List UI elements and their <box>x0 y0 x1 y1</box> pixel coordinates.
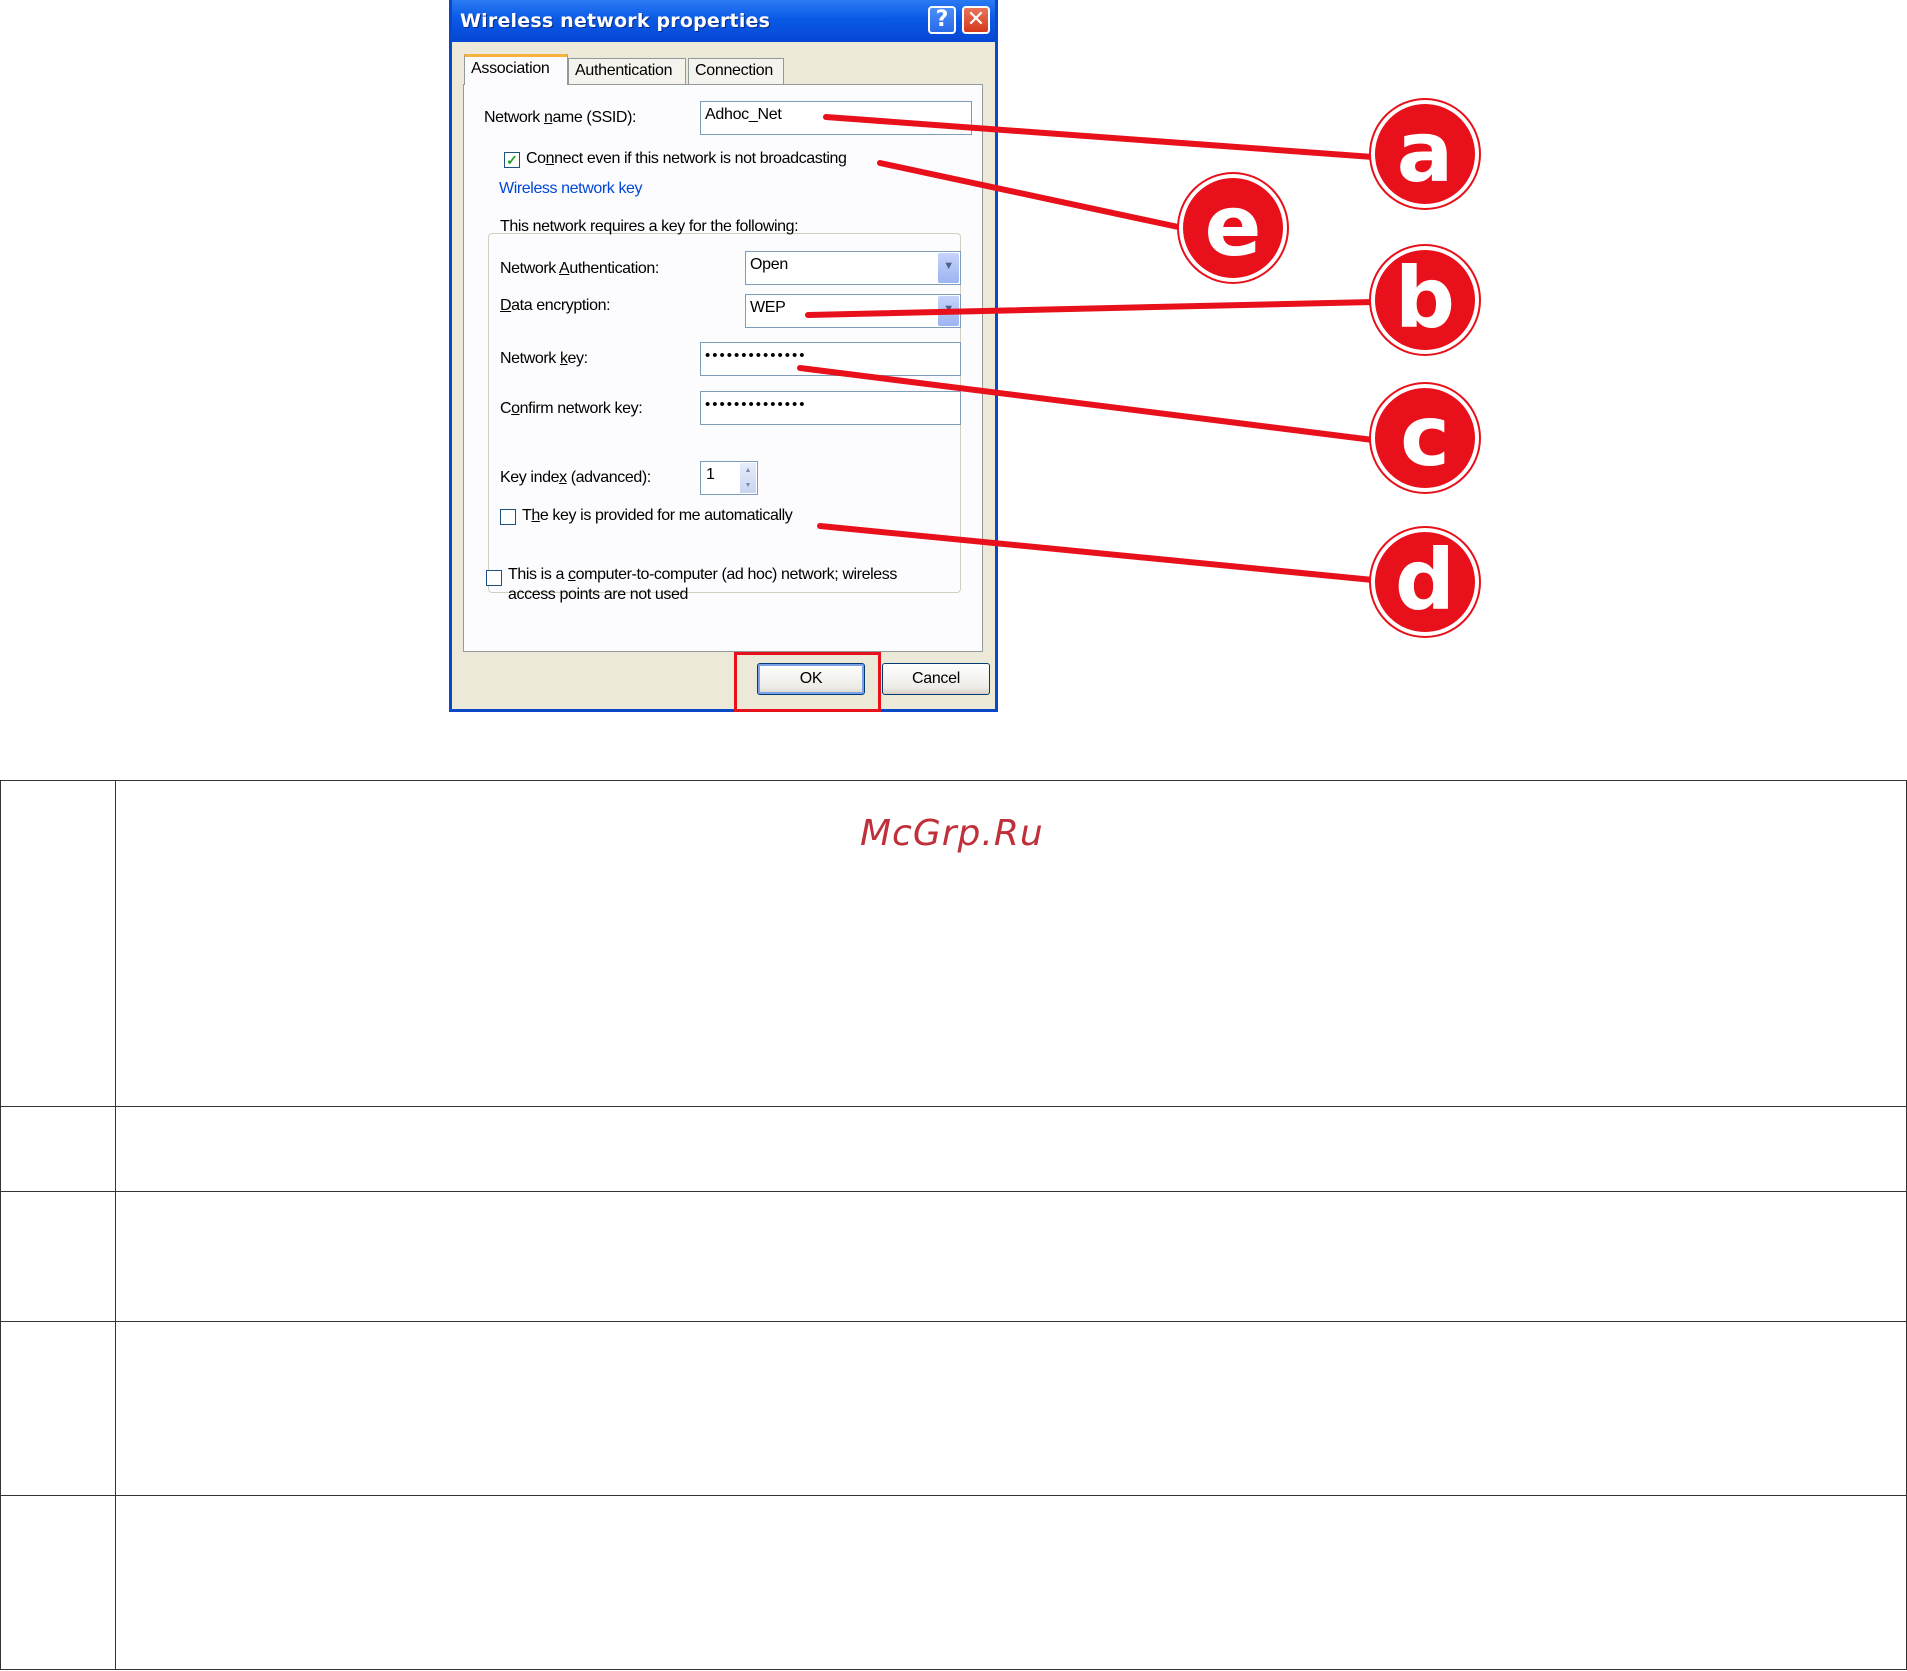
table-cell <box>115 1495 1907 1670</box>
dialog-title: Wireless network properties <box>460 10 771 32</box>
adhoc-label-line2: access points are not used <box>508 586 688 603</box>
chevron-down-icon[interactable]: ▼ <box>938 296 959 326</box>
cancel-button[interactable]: Cancel <box>882 663 990 695</box>
table-row <box>0 1106 1907 1192</box>
callout-a: a <box>1371 100 1479 208</box>
table-row <box>0 1495 1907 1670</box>
auto-key-label: The key is provided for me automatically <box>522 507 793 524</box>
callout-b: b <box>1371 246 1479 354</box>
encryption-select[interactable]: WEP ▼ <box>745 294 961 328</box>
tab-connection[interactable]: Connection <box>688 58 784 84</box>
adhoc-label-line1: This is a computer-to-computer (ad hoc) … <box>508 566 897 583</box>
table-cell <box>0 1191 116 1322</box>
ssid-label: Network name (SSID): <box>484 109 637 126</box>
wireless-key-legend: Wireless network key <box>496 180 646 198</box>
title-bar[interactable]: Wireless network properties ? ✕ <box>452 0 995 42</box>
tab-association[interactable]: Association <box>464 54 568 85</box>
auth-select[interactable]: Open ▼ <box>745 251 961 285</box>
table-cell <box>0 780 116 1107</box>
table-cell <box>0 1321 116 1496</box>
auto-key-checkbox[interactable] <box>500 509 516 525</box>
table-row <box>0 1321 1907 1496</box>
watermark-text: McGrp.Ru <box>860 813 1044 854</box>
table-row <box>0 1191 1907 1322</box>
table-cell <box>0 1106 116 1192</box>
encryption-label: Data encryption: <box>500 297 611 314</box>
network-key-input[interactable]: •••••••••••••• <box>700 342 961 376</box>
key-index-value: 1 <box>706 466 715 483</box>
dialog-client: Association Authentication Connection Ne… <box>452 42 995 712</box>
table-cell <box>115 1106 1907 1192</box>
ssid-input[interactable]: Adhoc_Net <box>700 101 972 135</box>
callout-e: e <box>1179 174 1287 282</box>
table-cell <box>115 1321 1907 1496</box>
encryption-select-value: WEP <box>750 299 786 316</box>
tab-authentication[interactable]: Authentication <box>568 58 686 84</box>
key-index-label: Key index (advanced): <box>500 469 651 486</box>
close-button[interactable]: ✕ <box>962 6 990 34</box>
callout-d: d <box>1371 528 1479 636</box>
adhoc-checkbox[interactable] <box>486 570 502 586</box>
spinner-arrows-icon[interactable]: ▲ ▼ <box>740 463 756 493</box>
confirm-key-label: Confirm network key: <box>500 400 643 417</box>
key-intro-text: This network requires a key for the foll… <box>500 218 799 235</box>
confirm-key-input[interactable]: •••••••••••••• <box>700 391 961 425</box>
help-button[interactable]: ? <box>928 6 956 34</box>
table-cell <box>0 1495 116 1670</box>
description-table <box>0 780 1907 1670</box>
broadcast-checkbox[interactable]: ✓ <box>504 152 520 168</box>
network-key-label: Network key: <box>500 350 588 367</box>
ok-button[interactable]: OK <box>757 663 865 695</box>
chevron-down-icon[interactable]: ▼ <box>938 253 959 283</box>
callout-c: c <box>1371 384 1479 492</box>
table-cell <box>115 1191 1907 1322</box>
association-panel: Network name (SSID): Adhoc_Net ✓ Connect… <box>463 84 983 652</box>
broadcast-label: Connect even if this network is not broa… <box>526 150 847 167</box>
auth-select-value: Open <box>750 256 788 273</box>
wireless-properties-dialog: Wireless network properties ? ✕ Associat… <box>449 0 998 712</box>
key-index-spinner[interactable]: 1 ▲ ▼ <box>700 461 758 495</box>
auth-label: Network Authentication: <box>500 260 659 277</box>
